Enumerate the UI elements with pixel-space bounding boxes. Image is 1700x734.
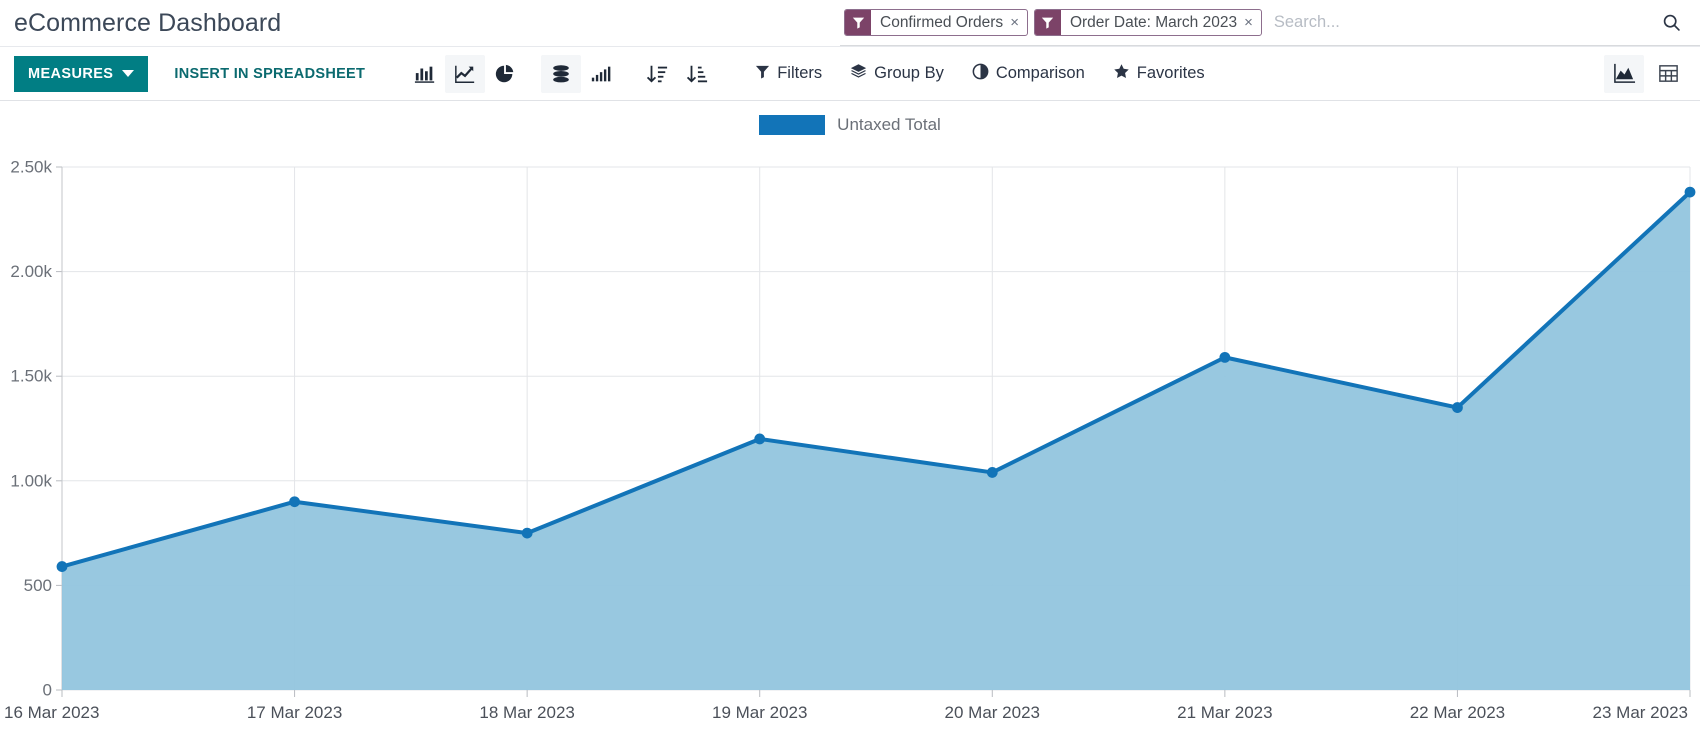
facet-list: Confirmed Orders × Order Date: March 202… (840, 9, 1262, 36)
chart-type-group (405, 55, 717, 93)
filters-menu[interactable]: Filters (743, 55, 834, 93)
facet-remove-icon[interactable]: × (1244, 10, 1261, 35)
svg-text:500: 500 (24, 576, 52, 595)
measures-label: MEASURES (28, 66, 113, 82)
chevron-down-icon (122, 70, 134, 77)
table-view-icon[interactable] (1648, 55, 1688, 93)
breadcrumb-bar: eCommerce Dashboard Confirmed Orders × O… (0, 0, 1700, 47)
line-chart-icon[interactable] (445, 55, 485, 93)
facet-label: Order Date: March 2023 (1061, 10, 1244, 35)
sort-descending-icon[interactable] (637, 55, 677, 93)
filters-label: Filters (777, 64, 822, 83)
ascending-bars-icon[interactable] (581, 55, 621, 93)
svg-text:23 Mar 2023: 23 Mar 2023 (1593, 703, 1688, 722)
star-icon (1113, 63, 1130, 85)
facet-remove-icon[interactable]: × (1010, 10, 1027, 35)
search-facet-order-date[interactable]: Order Date: March 2023 × (1034, 9, 1262, 36)
svg-text:18 Mar 2023: 18 Mar 2023 (479, 703, 574, 722)
comparison-icon (972, 63, 989, 85)
chart-container: Untaxed Total 05001.00k1.50k2.00k2.50k16… (0, 101, 1700, 734)
page-title: eCommerce Dashboard (14, 9, 281, 38)
svg-text:2.50k: 2.50k (10, 158, 52, 177)
comparison-label: Comparison (996, 64, 1085, 83)
sort-ascending-icon[interactable] (677, 55, 717, 93)
view-switcher (1604, 55, 1688, 93)
filter-icon (1035, 10, 1061, 35)
bar-chart-icon[interactable] (405, 55, 445, 93)
filter-icon (755, 64, 770, 84)
svg-text:20 Mar 2023: 20 Mar 2023 (945, 703, 1040, 722)
svg-text:1.50k: 1.50k (10, 367, 52, 386)
search-icon[interactable] (1650, 1, 1692, 45)
area-chart-view-icon[interactable] (1604, 55, 1644, 93)
svg-text:19 Mar 2023: 19 Mar 2023 (712, 703, 807, 722)
favorites-label: Favorites (1137, 64, 1205, 83)
search-facet-confirmed-orders[interactable]: Confirmed Orders × (844, 9, 1028, 36)
favorites-menu[interactable]: Favorites (1101, 55, 1217, 93)
group-by-menu[interactable]: Group By (838, 55, 956, 93)
layers-icon (850, 63, 867, 85)
svg-text:21 Mar 2023: 21 Mar 2023 (1177, 703, 1272, 722)
menu-group: Filters Group By Comparison (743, 55, 1216, 93)
insert-in-spreadsheet-button[interactable]: INSERT IN SPREADSHEET (160, 56, 379, 92)
area-chart-plot[interactable]: 0 500 1.00k 1.50k 2.00k 2.50k 16 Mar 2023 17 Ma… (0, 101, 1700, 734)
svg-text:16 Mar 2023: 16 Mar 2023 (4, 703, 99, 722)
pie-chart-icon[interactable] (485, 55, 525, 93)
search-view: Confirmed Orders × Order Date: March 202… (840, 0, 1700, 46)
group-by-label: Group By (874, 64, 944, 83)
svg-text:0: 0 (43, 681, 52, 700)
facet-label: Confirmed Orders (871, 10, 1010, 35)
stacked-icon[interactable] (541, 55, 581, 93)
search-input[interactable] (1262, 12, 1650, 33)
svg-text:17 Mar 2023: 17 Mar 2023 (247, 703, 342, 722)
comparison-menu[interactable]: Comparison (960, 55, 1097, 93)
svg-text:1.00k: 1.00k (10, 471, 52, 490)
svg-text:2.00k: 2.00k (10, 262, 52, 281)
measures-button[interactable]: MEASURES (14, 56, 148, 92)
filter-icon (845, 10, 871, 35)
control-toolbar: MEASURES INSERT IN SPREADSHEET (0, 47, 1700, 101)
svg-text:22 Mar 2023: 22 Mar 2023 (1410, 703, 1505, 722)
